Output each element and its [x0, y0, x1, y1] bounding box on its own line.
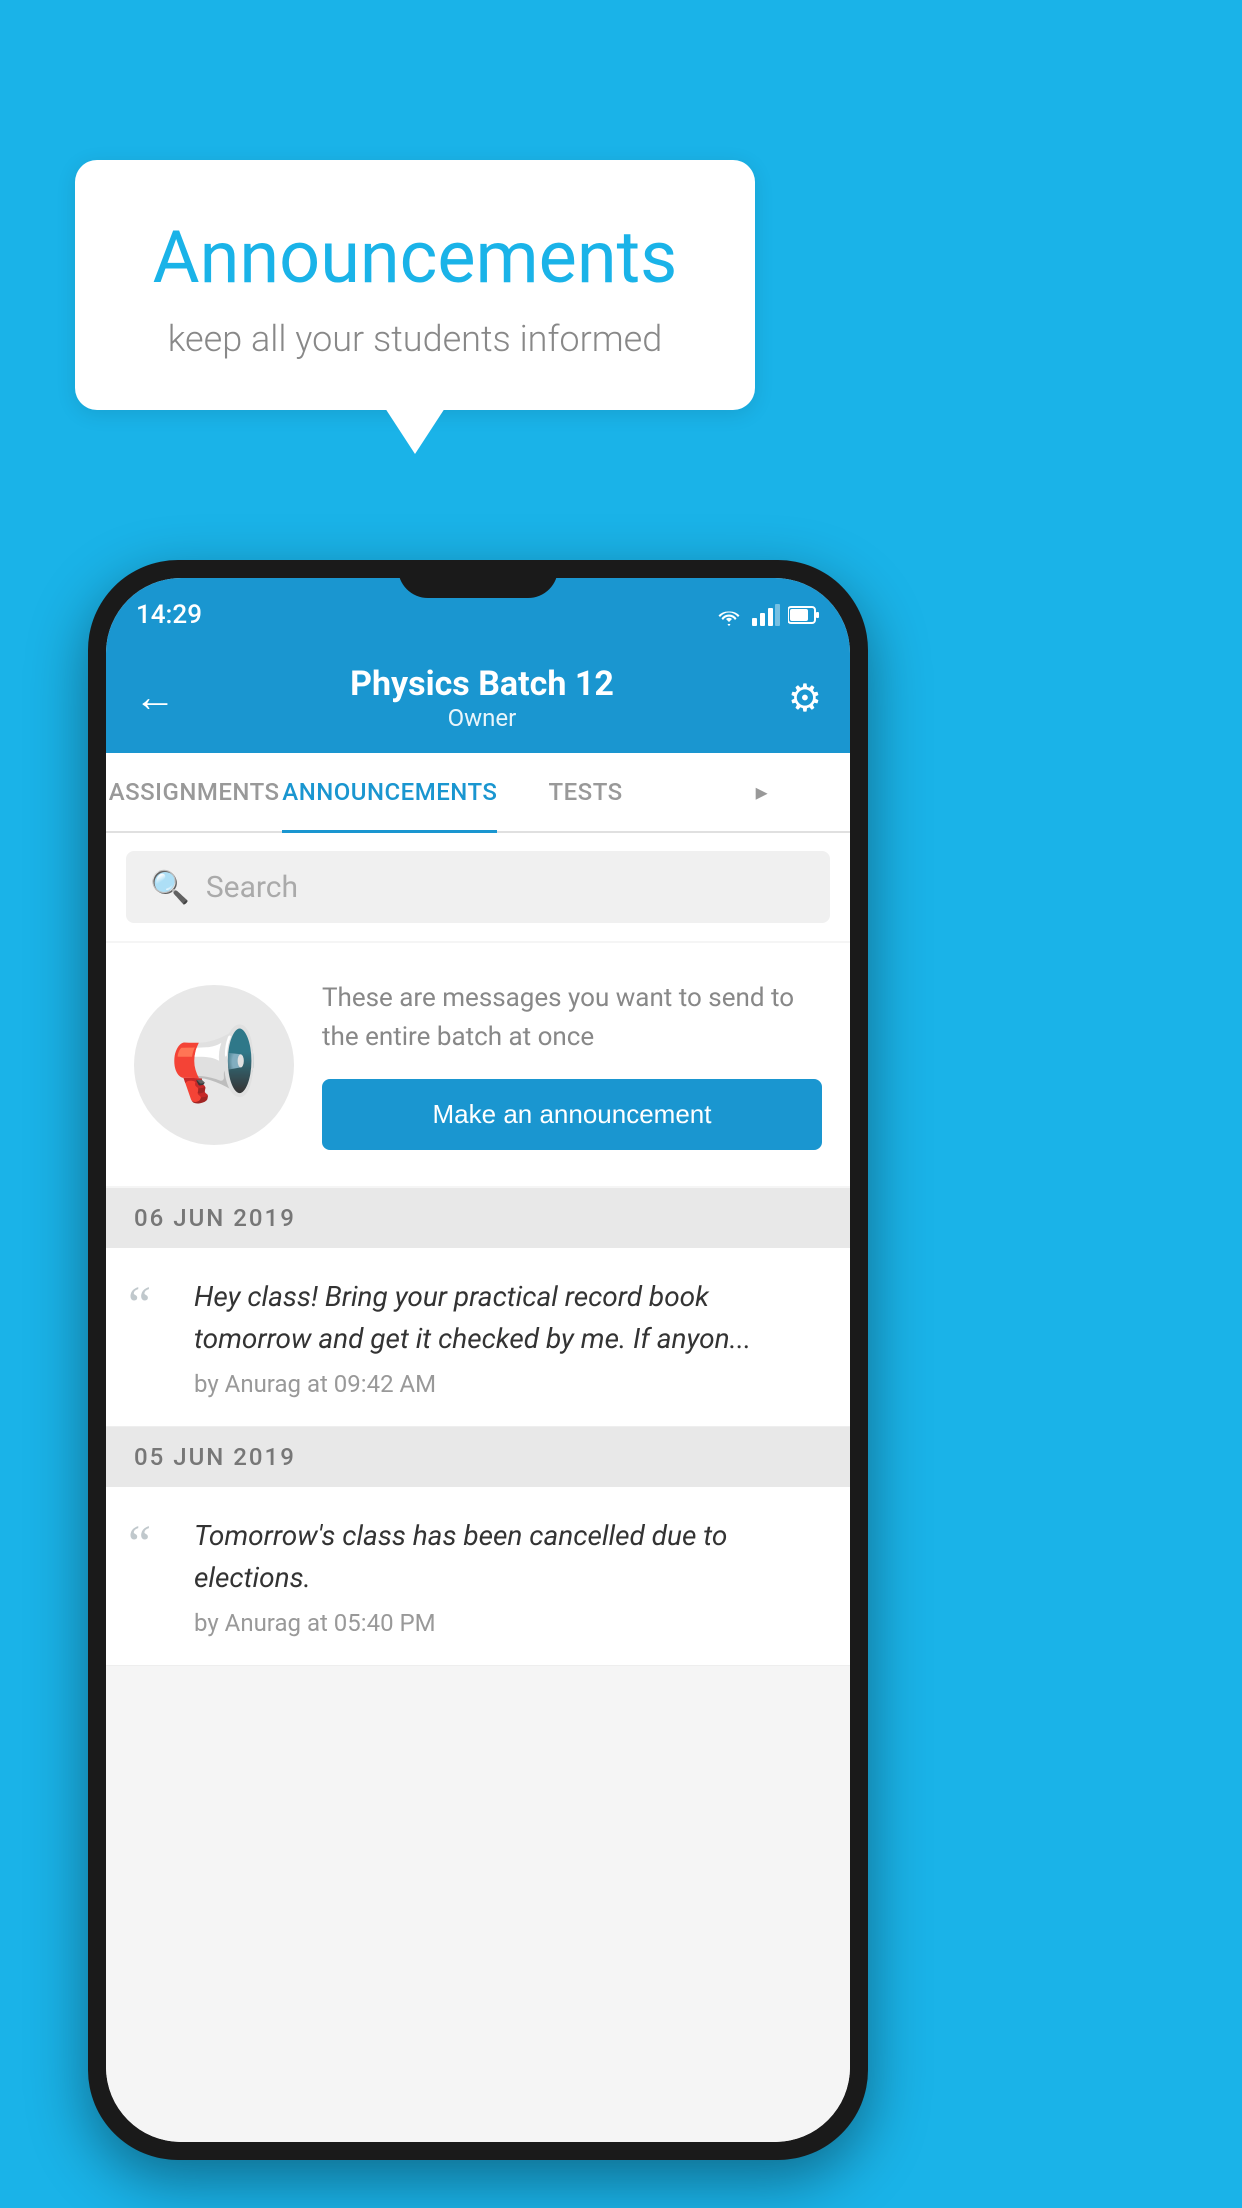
- settings-button[interactable]: ⚙: [788, 676, 822, 721]
- search-placeholder: Search: [206, 870, 298, 905]
- date-separator-1: 06 JUN 2019: [106, 1188, 850, 1248]
- announcement-item-2[interactable]: “ Tomorrow's class has been cancelled du…: [106, 1487, 850, 1666]
- phone-container: 14:29: [88, 560, 868, 2160]
- promo-right: These are messages you want to send to t…: [322, 979, 822, 1150]
- search-icon: 🔍: [150, 868, 190, 906]
- phone-outer: 14:29: [88, 560, 868, 2160]
- date-separator-2: 05 JUN 2019: [106, 1427, 850, 1487]
- speech-bubble: Announcements keep all your students inf…: [75, 160, 755, 410]
- announcement-text-1: Hey class! Bring your practical record b…: [194, 1276, 822, 1360]
- app-bar-subtitle: Owner: [350, 704, 614, 732]
- announcement-meta-1: by Anurag at 09:42 AM: [194, 1370, 822, 1398]
- app-bar-center: Physics Batch 12 Owner: [350, 664, 614, 732]
- speech-bubble-wrapper: Announcements keep all your students inf…: [75, 160, 755, 410]
- announcement-content-2: Tomorrow's class has been cancelled due …: [194, 1515, 822, 1637]
- back-button[interactable]: ←: [134, 677, 176, 719]
- search-bar[interactable]: 🔍 Search: [126, 851, 830, 923]
- battery-icon: [788, 605, 820, 625]
- bubble-title: Announcements: [135, 215, 695, 300]
- quote-icon-1: “: [128, 1280, 172, 1398]
- tab-tests[interactable]: TESTS: [497, 753, 673, 831]
- tab-announcements[interactable]: ANNOUNCEMENTS: [282, 753, 497, 833]
- status-icons: [714, 604, 820, 626]
- promo-icon-circle: 📢: [134, 985, 294, 1145]
- status-time: 14:29: [136, 600, 202, 630]
- tab-assignments[interactable]: ASSIGNMENTS: [106, 753, 282, 831]
- app-bar-title: Physics Batch 12: [350, 664, 614, 704]
- megaphone-icon: 📢: [169, 1022, 259, 1107]
- bubble-subtitle: keep all your students informed: [135, 318, 695, 360]
- make-announcement-button[interactable]: Make an announcement: [322, 1079, 822, 1150]
- announcement-meta-2: by Anurag at 05:40 PM: [194, 1609, 822, 1637]
- search-container: 🔍 Search: [106, 833, 850, 941]
- wifi-icon: [714, 604, 744, 626]
- tabs-bar: ASSIGNMENTS ANNOUNCEMENTS TESTS ▸: [106, 753, 850, 833]
- announcement-item-1[interactable]: “ Hey class! Bring your practical record…: [106, 1248, 850, 1427]
- phone-screen: 14:29: [106, 578, 850, 2142]
- content-area: 🔍 Search 📢 These are messages you want t…: [106, 833, 850, 2142]
- app-bar: ← Physics Batch 12 Owner ⚙: [106, 643, 850, 753]
- announcement-content-1: Hey class! Bring your practical record b…: [194, 1276, 822, 1398]
- phone-notch: [398, 560, 558, 598]
- announcement-text-2: Tomorrow's class has been cancelled due …: [194, 1515, 822, 1599]
- promo-description: These are messages you want to send to t…: [322, 979, 822, 1057]
- promo-card: 📢 These are messages you want to send to…: [106, 943, 850, 1186]
- tab-more[interactable]: ▸: [674, 753, 850, 831]
- signal-icon: [752, 604, 780, 626]
- quote-icon-2: “: [128, 1519, 172, 1637]
